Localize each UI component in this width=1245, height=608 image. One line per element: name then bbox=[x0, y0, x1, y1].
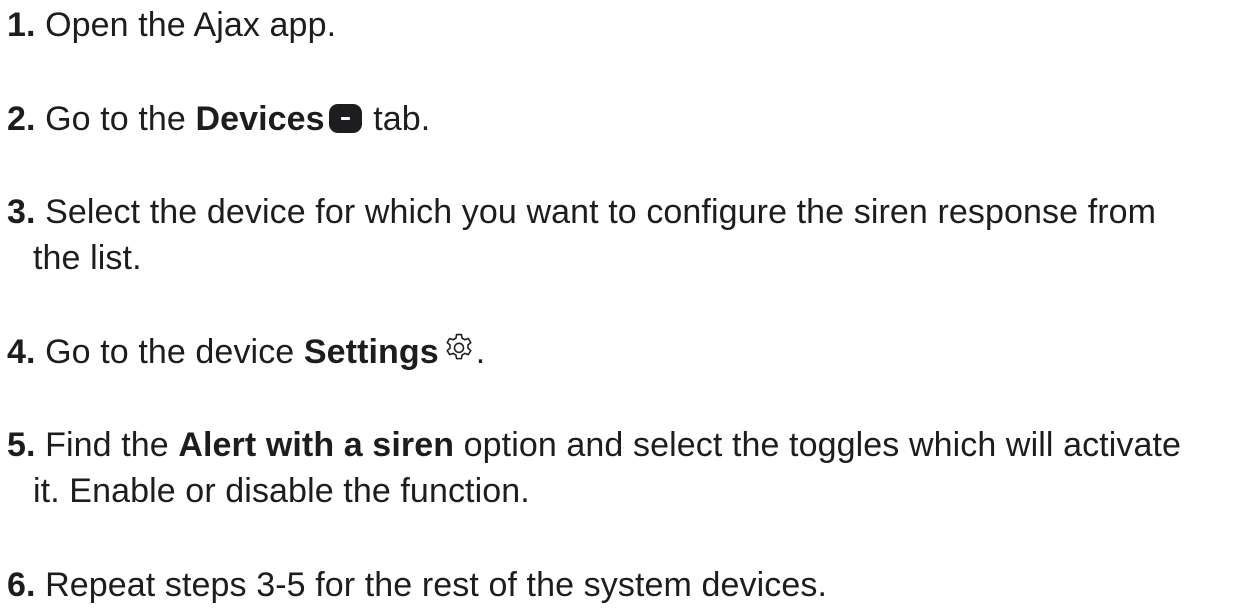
step-number: 1. bbox=[7, 6, 36, 44]
step-6: 6. Repeat steps 3-5 for the rest of the … bbox=[7, 562, 1237, 608]
step-text-prefix: Go to the bbox=[45, 100, 196, 138]
step-text-continuation: the list. bbox=[33, 239, 142, 277]
step-text: Open the Ajax app. bbox=[45, 6, 337, 44]
step-number: 4. bbox=[7, 333, 36, 371]
step-number: 5. bbox=[7, 426, 36, 464]
step-text: Select the device for which you want to … bbox=[45, 193, 1157, 231]
step-2: 2. Go to the Devices tab. bbox=[7, 96, 1237, 142]
step-4: 4. Go to the device Settings. bbox=[7, 329, 1237, 375]
step-3: 3. Select the device for which you want … bbox=[7, 189, 1237, 281]
step-text-prefix: Go to the device bbox=[45, 333, 304, 371]
alert-with-siren-label: Alert with a siren bbox=[178, 426, 455, 464]
devices-tab-label: Devices bbox=[195, 100, 325, 138]
step-text-prefix: Find the bbox=[45, 426, 179, 464]
settings-label: Settings bbox=[303, 333, 439, 371]
instruction-steps: 1. Open the Ajax app. 2. Go to the Devic… bbox=[0, 0, 1245, 604]
devices-icon bbox=[328, 103, 362, 133]
step-text-suffix: . bbox=[475, 333, 486, 371]
step-text-suffix: option and select the toggles which will… bbox=[454, 426, 1182, 464]
step-5: 5. Find the Alert with a siren option an… bbox=[7, 422, 1237, 514]
step-text-continuation: it. Enable or disable the function. bbox=[33, 472, 530, 510]
step-number: 6. bbox=[7, 566, 36, 604]
step-text: Repeat steps 3-5 for the rest of the sys… bbox=[45, 566, 828, 604]
step-text-suffix: tab. bbox=[363, 100, 431, 138]
gear-icon bbox=[442, 331, 476, 365]
step-number: 3. bbox=[7, 193, 36, 231]
step-number: 2. bbox=[7, 100, 36, 138]
step-1: 1. Open the Ajax app. bbox=[7, 2, 1237, 48]
